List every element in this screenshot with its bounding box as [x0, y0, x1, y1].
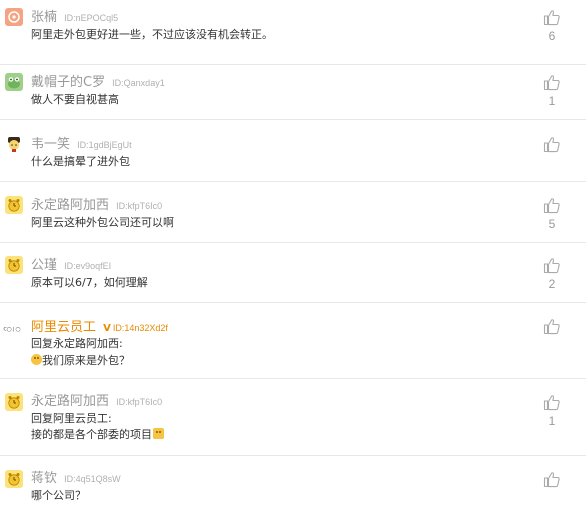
- comment-text-line: 我们原来是外包？: [31, 353, 130, 369]
- company-logo-avatar-icon[interactable]: C◯❘◯: [3, 319, 27, 337]
- user-id: ID:kfpT6Ic0: [116, 397, 163, 407]
- thumbs-up-icon[interactable]: [543, 318, 563, 336]
- user-id: ID:nEPOCql5: [64, 13, 119, 23]
- comment-text: 原本可以6/7，如何理解: [31, 276, 148, 289]
- orange-circle-avatar-icon[interactable]: [5, 8, 23, 26]
- comment-text: 阿里走外包更好进一些，不过应该没有机会转正。: [31, 28, 273, 41]
- thumbs-up-icon[interactable]: [543, 197, 563, 215]
- comment-text-line: 接的都是各个部委的项目: [31, 427, 164, 443]
- comment-text: 接的都是各个部委的项目: [31, 428, 152, 441]
- comment-item: 韦一笑 ID:1gdBjEgUt 什么是搞晕了进外包: [0, 120, 586, 182]
- yellow-face-avatar-icon[interactable]: [5, 135, 23, 153]
- comment-item: 永定路阿加西 ID:kfpT6Ic0 回复阿里云员工: 接的都是各个部委的项目 …: [0, 379, 586, 456]
- comment-item: 蒋钦 ID:4q51Q8sW 哪个公司？: [0, 456, 586, 510]
- emoji-icon: [153, 428, 164, 439]
- comment-text: 哪个公司？: [31, 489, 86, 502]
- verified-badge: V: [103, 323, 111, 334]
- company-logo-text: C◯❘◯: [4, 326, 21, 332]
- reply-target-text: 回复阿里云员工:: [31, 412, 112, 425]
- thumbs-up-icon[interactable]: [543, 9, 563, 27]
- yellow-alarm-avatar-icon[interactable]: [5, 393, 23, 411]
- comment-text: 我们原来是外包？: [42, 354, 130, 367]
- comment-list: 张楠 ID:nEPOCql5 阿里走外包更好进一些，不过应该没有机会转正。 6 …: [0, 0, 586, 510]
- user-id: ID:4q51Q8sW: [64, 474, 121, 484]
- like-count: 1: [548, 414, 556, 428]
- user-id: ID:14n32Xd2f: [112, 323, 168, 333]
- user-id: ID:Qanxday1: [112, 78, 165, 88]
- comment-item: C◯❘◯ 阿里云员工 V ID:14n32Xd2f 回复永定路阿加西: 我们原来是…: [0, 303, 586, 379]
- username[interactable]: 戴帽子的C罗: [31, 75, 105, 90]
- thumbs-up-icon[interactable]: [543, 74, 563, 92]
- like-count: 2: [548, 277, 556, 291]
- like-count: 6: [548, 29, 556, 43]
- green-frog-avatar-icon[interactable]: [5, 73, 23, 91]
- yellow-alarm-avatar-icon[interactable]: [5, 470, 23, 488]
- username[interactable]: 永定路阿加西: [31, 198, 109, 213]
- yellow-alarm-avatar-icon[interactable]: [5, 196, 23, 214]
- comment-item: 张楠 ID:nEPOCql5 阿里走外包更好进一些，不过应该没有机会转正。 6: [0, 0, 586, 65]
- user-id: ID:ev9oqfEI: [64, 261, 112, 271]
- comment-item: 永定路阿加西 ID:kfpT6Ic0 阿里云这种外包公司还可以啊 5: [0, 182, 586, 243]
- thumbs-up-icon[interactable]: [543, 136, 563, 154]
- thumbs-up-icon[interactable]: [543, 257, 563, 275]
- username[interactable]: 韦一笑: [31, 137, 70, 152]
- username[interactable]: 阿里云员工: [31, 320, 96, 335]
- yellow-alarm-avatar-icon[interactable]: [5, 256, 23, 274]
- thumbs-up-icon[interactable]: [543, 471, 563, 489]
- comment-item: 戴帽子的C罗 ID:Qanxday1 做人不要自视甚高 1: [0, 65, 586, 120]
- comment-text: 阿里云这种外包公司还可以啊: [31, 216, 174, 229]
- username[interactable]: 公瑾: [31, 258, 57, 273]
- username[interactable]: 蒋钦: [31, 471, 57, 486]
- comment-item: 公瑾 ID:ev9oqfEI 原本可以6/7，如何理解 2: [0, 243, 586, 303]
- thumbs-up-icon[interactable]: [543, 394, 563, 412]
- user-id: ID:kfpT6Ic0: [116, 201, 163, 211]
- username[interactable]: 永定路阿加西: [31, 394, 109, 409]
- like-count: 1: [548, 94, 556, 108]
- reply-target-text: 回复永定路阿加西:: [31, 337, 123, 350]
- user-id: ID:1gdBjEgUt: [77, 140, 132, 150]
- emoji-icon: [31, 354, 42, 365]
- comment-text: 做人不要自视甚高: [31, 93, 119, 106]
- like-count: 5: [548, 217, 556, 231]
- comment-text: 什么是搞晕了进外包: [31, 155, 130, 168]
- username[interactable]: 张楠: [31, 10, 57, 25]
